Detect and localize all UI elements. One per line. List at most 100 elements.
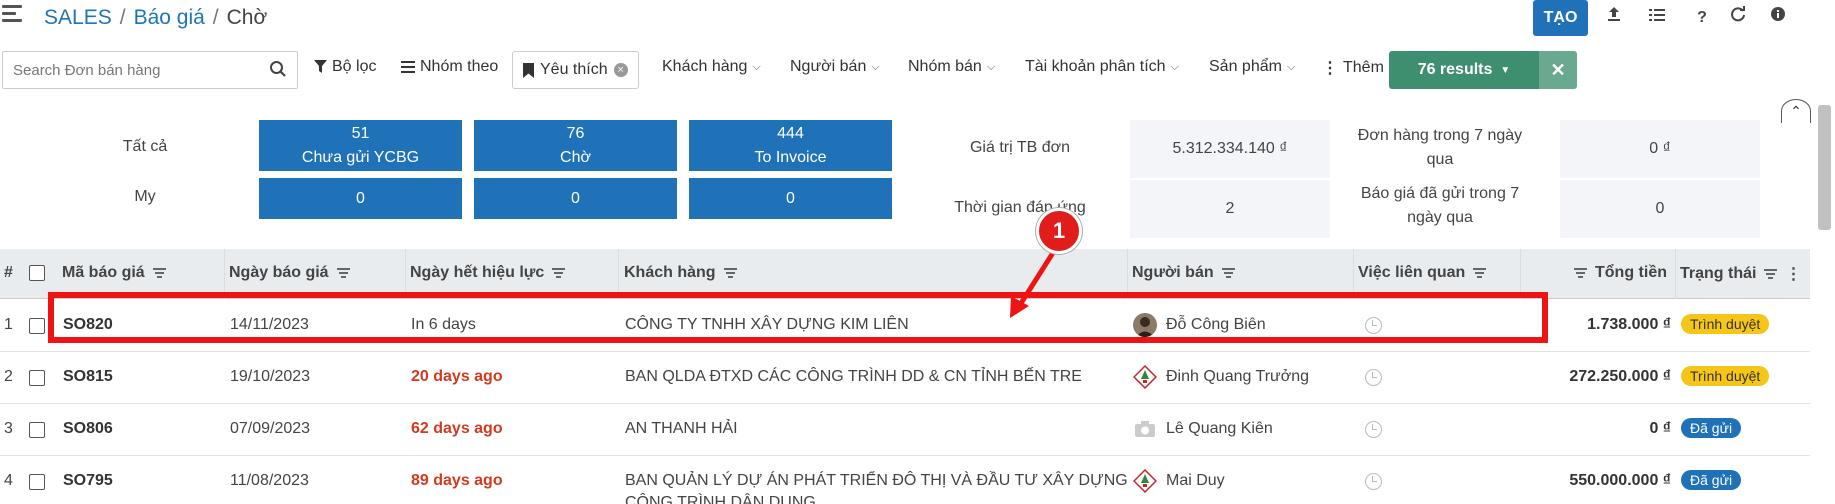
row-checkbox[interactable] (29, 422, 45, 443)
header-label: Ngày hết hiệu lực (410, 264, 545, 281)
create-button[interactable]: TẠO (1533, 0, 1588, 36)
table-row[interactable]: 2 SO815 19/10/2023 20 days ago BAN QLDA … (0, 352, 1810, 404)
product-filter-dropdown[interactable]: Sản phẩm ⌵ (1209, 58, 1295, 76)
clear-filters-button[interactable]: ✕ (1539, 51, 1577, 89)
header-quotation-date[interactable]: Ngày báo giá (229, 264, 350, 282)
row-checkbox[interactable] (29, 370, 45, 391)
tile-my-unsent-rfq[interactable]: 0 (259, 178, 462, 219)
table-row[interactable]: 4 SO795 11/08/2023 89 days ago BAN QUẢN … (0, 456, 1810, 504)
team-filter-dropdown[interactable]: Nhóm bán ⌵ (908, 58, 995, 76)
filter-icon (314, 60, 327, 73)
analytic-filter-label: Tài khoản phân tích (1025, 58, 1166, 75)
header-label: Khách hàng (624, 264, 716, 281)
customer-filter-label: Khách hàng (662, 58, 748, 75)
expiry-date: 62 days ago (411, 420, 503, 437)
header-expiry-date[interactable]: Ngày hết hiệu lực (410, 264, 566, 282)
total-amount: 1.738.000 ₫ (1587, 316, 1671, 333)
tile-to-invoice[interactable]: 444 To Invoice (689, 120, 892, 171)
breadcrumb-sales[interactable]: SALES (44, 6, 112, 29)
list-view-icon[interactable] (1645, 6, 1669, 30)
table-row[interactable]: 3 SO806 07/09/2023 62 days ago AN THANH … (0, 404, 1810, 456)
customer-name: AN THANH HẢI (625, 420, 738, 437)
customer-name: BAN QUẢN LÝ DỰ ÁN PHÁT TRIỂN ĐÔ THỊ VÀ Đ… (625, 470, 1128, 504)
customer-name: BAN QLDA ĐTXD CÁC CÔNG TRÌNH DD & CN TỈN… (625, 368, 1082, 385)
group-by-dropdown[interactable]: Nhóm theo (401, 58, 498, 76)
tile-unsent-rfq[interactable]: 51 Chưa gửi YCBG (259, 120, 462, 171)
column-filter-icon[interactable] (1574, 268, 1587, 278)
row-checkbox[interactable] (29, 474, 45, 495)
group-by-label: Nhóm theo (420, 58, 499, 75)
column-filter-icon[interactable] (552, 268, 566, 278)
help-icon[interactable]: ? (1690, 6, 1714, 30)
column-filter-icon[interactable] (1473, 268, 1487, 278)
activity-clock-icon[interactable] (1365, 473, 1382, 490)
kpi-quotes-sent-7d-label: Báo giá đã gửi trong 7 ngày qua (1340, 182, 1540, 230)
seller-filter-dropdown[interactable]: Người bán ⌵ (790, 58, 880, 76)
header-label: Việc liên quan (1358, 264, 1466, 281)
customer-name-line1: BAN QUẢN LÝ DỰ ÁN PHÁT TRIỂN ĐÔ THỊ VÀ Đ… (625, 472, 1128, 489)
total-amount: 550.000.000 ₫ (1569, 472, 1671, 489)
vertical-dots-icon: ⋮ (1322, 60, 1338, 77)
chevron-down-icon: ⌵ (871, 60, 880, 73)
seller-name: Đinh Quang Trưởng (1166, 368, 1310, 385)
total-amount: 0 ₫ (1649, 420, 1671, 437)
results-dropdown[interactable]: 76 results ▼ (1389, 51, 1539, 89)
annotation-highlight-box (48, 292, 1548, 343)
upload-icon[interactable] (1602, 6, 1626, 30)
header-activity[interactable]: Việc liên quan (1358, 264, 1487, 282)
analytic-filter-dropdown[interactable]: Tài khoản phân tích ⌵ (1025, 58, 1179, 76)
column-filter-icon[interactable] (336, 268, 350, 278)
row-label-my: My (134, 188, 156, 205)
breadcrumb-quotations[interactable]: Báo giá (134, 6, 205, 29)
header-status[interactable]: Trạng thái ⋮ (1680, 264, 1801, 284)
row-number: 2 (4, 368, 13, 385)
favorite-label: Yêu thích (540, 61, 608, 78)
header-label: Mã báo giá (62, 264, 145, 281)
tile-waiting[interactable]: 76 Chờ (474, 120, 677, 171)
row-number: 1 (4, 316, 13, 333)
column-filter-icon[interactable] (152, 268, 166, 278)
activity-clock-icon[interactable] (1365, 421, 1382, 438)
kpi-orders-7d-label-line1: Đơn hàng trong 7 ngày (1357, 127, 1523, 144)
filter-dropdown[interactable]: Bộ lọc (314, 58, 376, 76)
header-total[interactable]: Tổng tiền (1574, 264, 1667, 282)
tile-my-waiting[interactable]: 0 (474, 178, 677, 219)
kpi-quotes-sent-7d-label-line1: Báo giá đã gửi trong 7 (1360, 185, 1520, 202)
header-label: Người bán (1132, 264, 1214, 281)
info-icon[interactable] (1766, 6, 1790, 30)
more-button[interactable]: ⋮ Thêm (1322, 58, 1384, 78)
search-icon[interactable] (269, 60, 289, 80)
status-badge: Trình duyệt (1681, 366, 1770, 386)
kpi-response-time-value: 2 (1130, 180, 1330, 238)
chevron-down-icon: ⌵ (752, 60, 761, 73)
column-filter-icon[interactable] (1221, 268, 1235, 278)
customer-filter-dropdown[interactable]: Khách hàng ⌵ (662, 58, 761, 76)
row-checkbox[interactable] (29, 318, 45, 339)
header-seller[interactable]: Người bán (1132, 264, 1235, 282)
column-filter-icon[interactable] (1764, 269, 1778, 279)
tile-label: To Invoice (754, 149, 827, 166)
collapse-dashboard-button[interactable]: ⌃ (1781, 99, 1811, 123)
search-input[interactable] (3, 52, 263, 88)
activity-clock-icon[interactable] (1365, 369, 1382, 386)
column-filter-icon[interactable] (723, 268, 737, 278)
kpi-response-time-label: Thời gian đáp ứng (954, 199, 1086, 216)
status-badge: Đã gửi (1681, 418, 1742, 438)
column-options-icon[interactable]: ⋮ (1785, 264, 1801, 284)
annotation-step-badge: 1 (1036, 208, 1082, 254)
vertical-scrollbar[interactable] (1818, 105, 1831, 230)
header-quotation-code[interactable]: Mã báo giá (62, 264, 166, 282)
group-icon (401, 61, 415, 73)
hamburger-menu-icon[interactable] (2, 5, 22, 23)
kpi-orders-7d-label: Đơn hàng trong 7 ngày qua (1340, 124, 1540, 172)
refresh-icon[interactable] (1726, 6, 1750, 30)
seller-logo-icon (1133, 365, 1157, 389)
tile-my-to-invoice[interactable]: 0 (689, 178, 892, 219)
favorite-facet[interactable]: Yêu thích × (512, 51, 639, 89)
select-all-checkbox[interactable] (29, 265, 45, 281)
header-row-number: # (4, 264, 13, 281)
remove-facet-icon[interactable]: × (613, 63, 628, 77)
expiry-date: 89 days ago (411, 472, 503, 489)
header-customer[interactable]: Khách hàng (624, 264, 737, 282)
kpi-quotes-sent-7d-value: 0 (1560, 180, 1760, 238)
